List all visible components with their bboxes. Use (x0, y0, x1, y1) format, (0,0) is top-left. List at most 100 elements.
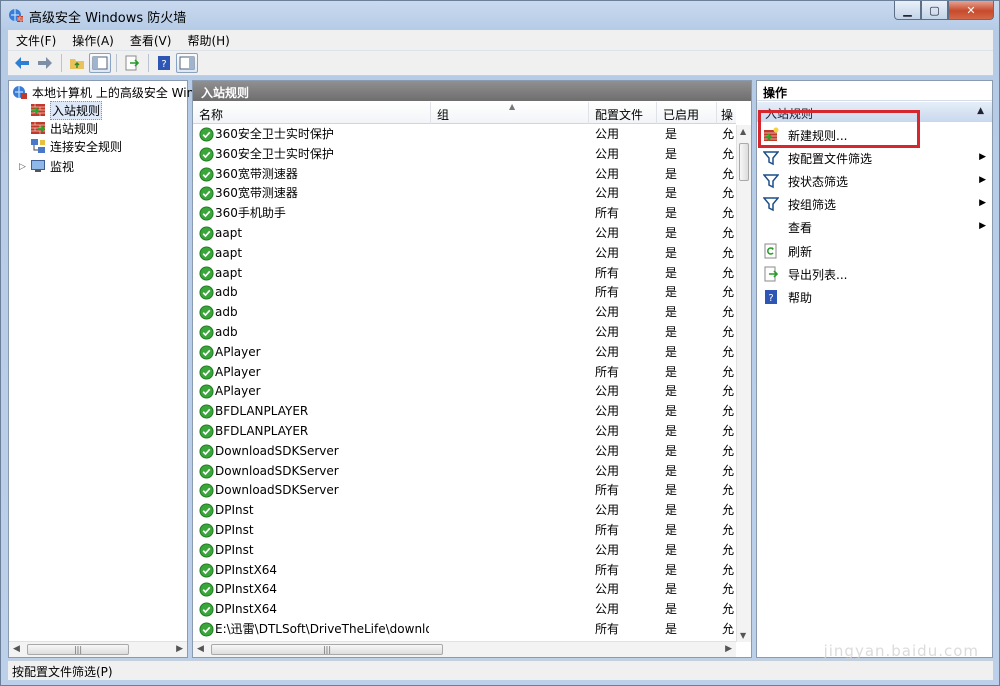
scroll-right-icon[interactable]: ▶ (176, 644, 183, 654)
cell-enabled: 是 (665, 622, 678, 636)
table-row[interactable]: DPInstX64 公用 是 允 (193, 580, 736, 600)
tree-item-monitoring[interactable]: 监视 (30, 157, 74, 175)
scroll-down-icon[interactable]: ▼ (740, 631, 746, 640)
rules-horizontal-scrollbar[interactable]: ◀ ||| ▶ (193, 641, 736, 657)
cell-name: DPInst (215, 542, 254, 557)
cell-group (437, 125, 587, 145)
table-row[interactable]: 360宽带测速器 公用 是 允 (193, 165, 736, 185)
rules-vertical-scrollbar[interactable]: ▲ ▼ (736, 125, 751, 642)
table-row[interactable]: 360安全卫士实时保护 公用 是 允 (193, 125, 736, 145)
collapse-icon[interactable]: ▲ (977, 106, 984, 116)
table-row[interactable]: adb 公用 是 允 (193, 303, 736, 323)
cell-name: DownloadSDKServer (215, 463, 339, 478)
column-profile[interactable]: 配置文件 (589, 102, 657, 124)
forward-button[interactable] (34, 53, 56, 73)
minimize-button[interactable]: ▁ (894, 1, 921, 20)
help-button[interactable]: ? (153, 53, 175, 73)
close-button[interactable]: ✕ (948, 1, 994, 20)
tree-root[interactable]: 本地计算机 上的高级安全 Win (12, 83, 194, 101)
table-row[interactable]: APlayer 公用 是 允 (193, 343, 736, 363)
action-view[interactable]: 查看 ▶ (757, 216, 992, 238)
table-row[interactable]: adb 公用 是 允 (193, 323, 736, 343)
scrollbar-thumb[interactable]: ||| (211, 644, 443, 655)
column-group[interactable]: 组 (431, 102, 589, 124)
table-row[interactable]: 360手机助手 所有 是 允 (193, 204, 736, 224)
table-row[interactable]: aapt 所有 是 允 (193, 264, 736, 284)
show-action-pane-button[interactable] (176, 53, 198, 73)
cell-enabled: 是 (665, 226, 678, 240)
action-filter-by-group[interactable]: 按组筛选 ▶ (757, 193, 992, 215)
menu-help[interactable]: 帮助(H) (179, 32, 237, 49)
cell-group (437, 561, 587, 581)
column-header: 名称 ▲ 组 配置文件 已启用 操 (193, 102, 736, 124)
cell-name: adb (215, 305, 238, 320)
scrollbar-thumb[interactable] (739, 143, 749, 181)
table-row[interactable]: DPInst 公用 是 允 (193, 501, 736, 521)
table-row[interactable]: DPInstX64 公用 是 允 (193, 600, 736, 620)
cell-group (437, 521, 587, 541)
table-row[interactable]: BFDLANPLAYER 公用 是 允 (193, 422, 736, 442)
table-row[interactable]: DownloadSDKServer 所有 是 允 (193, 481, 736, 501)
menu-file[interactable]: 文件(F) (8, 32, 64, 49)
enabled-check-icon (199, 523, 214, 538)
scroll-left-icon[interactable]: ◀ (197, 644, 204, 654)
column-enabled[interactable]: 已启用 (657, 102, 717, 124)
scroll-up-icon[interactable]: ▲ (740, 127, 746, 136)
cell-name: BFDLANPLAYER (215, 424, 309, 438)
export-list-button[interactable] (121, 53, 143, 73)
actions-title: 操作 (757, 81, 992, 101)
enabled-check-icon (199, 424, 214, 439)
tree-item-outbound-rules[interactable]: 出站规则 (30, 119, 98, 137)
cell-profile: 所有 (595, 364, 620, 379)
cell-profile: 所有 (595, 562, 620, 577)
maximize-button[interactable]: ▢ (921, 1, 948, 20)
tree-item-connection-security-rules[interactable]: 连接安全规则 (30, 137, 122, 155)
action-refresh[interactable]: 刷新 (757, 240, 992, 262)
table-row[interactable]: 360宽带测速器 公用 是 允 (193, 184, 736, 204)
table-row[interactable]: adb 所有 是 允 (193, 283, 736, 303)
cell-group (437, 283, 587, 303)
cell-action: 允 (722, 404, 735, 419)
table-row[interactable]: DPInstX64 所有 是 允 (193, 561, 736, 581)
show-tree-button[interactable] (89, 53, 111, 73)
table-row[interactable]: aapt 公用 是 允 (193, 244, 736, 264)
tree-horizontal-scrollbar[interactable]: ◀ ||| ▶ (9, 641, 187, 657)
table-row[interactable]: DownloadSDKServer 公用 是 允 (193, 442, 736, 462)
table-row[interactable]: aapt 公用 是 允 (193, 224, 736, 244)
table-row[interactable]: E:\迅雷\DTLSoft\DriveTheLife\downlo... 所有 是 允 (193, 620, 736, 640)
cell-group (437, 462, 587, 482)
up-folder-button[interactable] (66, 53, 88, 73)
cell-profile: 公用 (595, 542, 620, 557)
cell-group (437, 343, 587, 363)
scrollbar-thumb[interactable]: ||| (27, 644, 129, 655)
action-filter-by-profile[interactable]: 按配置文件筛选 ▶ (757, 147, 992, 169)
watermark: jingyan.baidu.com (823, 642, 979, 660)
rules-list-pane: 入站规则 名称 ▲ 组 配置文件 已启用 操 360安全卫士实时保护 公用是允 36… (192, 80, 752, 658)
export-icon (125, 55, 140, 71)
title-bar[interactable]: 高级安全 Windows 防火墙 ▁ ▢ ✕ (1, 1, 999, 29)
action-export-list[interactable]: 导出列表... (757, 263, 992, 285)
table-row[interactable]: APlayer 所有 是 允 (193, 363, 736, 383)
menu-view[interactable]: 查看(V) (122, 32, 180, 49)
action-help[interactable]: ? 帮助 (757, 286, 992, 308)
cell-enabled: 是 (665, 523, 678, 537)
cell-enabled: 是 (665, 503, 678, 518)
table-row[interactable]: APlayer 公用 是 允 (193, 382, 736, 402)
table-row[interactable]: BFDLANPLAYER 公用 是 允 (193, 402, 736, 422)
back-button[interactable] (11, 53, 33, 73)
enabled-check-icon (199, 464, 214, 479)
cell-action: 允 (722, 206, 735, 221)
menu-action[interactable]: 操作(A) (64, 32, 122, 49)
scroll-right-icon[interactable]: ▶ (725, 644, 732, 654)
column-name[interactable]: 名称 (193, 102, 431, 124)
table-row[interactable]: DPInst 所有 是 允 (193, 521, 736, 541)
cell-enabled: 是 (665, 443, 678, 458)
table-row[interactable]: 360安全卫士实时保护 公用 是 允 (193, 145, 736, 165)
column-action[interactable]: 操 (717, 102, 736, 124)
tree-item-inbound-rules[interactable]: 入站规则 (30, 100, 103, 120)
scroll-left-icon[interactable]: ◀ (13, 644, 20, 654)
table-row[interactable]: DPInst 公用 是 允 (193, 541, 736, 561)
expand-arrow-icon[interactable]: ▷ (19, 162, 26, 172)
action-filter-by-state[interactable]: 按状态筛选 ▶ (757, 170, 992, 192)
table-row[interactable]: DownloadSDKServer 公用 是 允 (193, 462, 736, 482)
